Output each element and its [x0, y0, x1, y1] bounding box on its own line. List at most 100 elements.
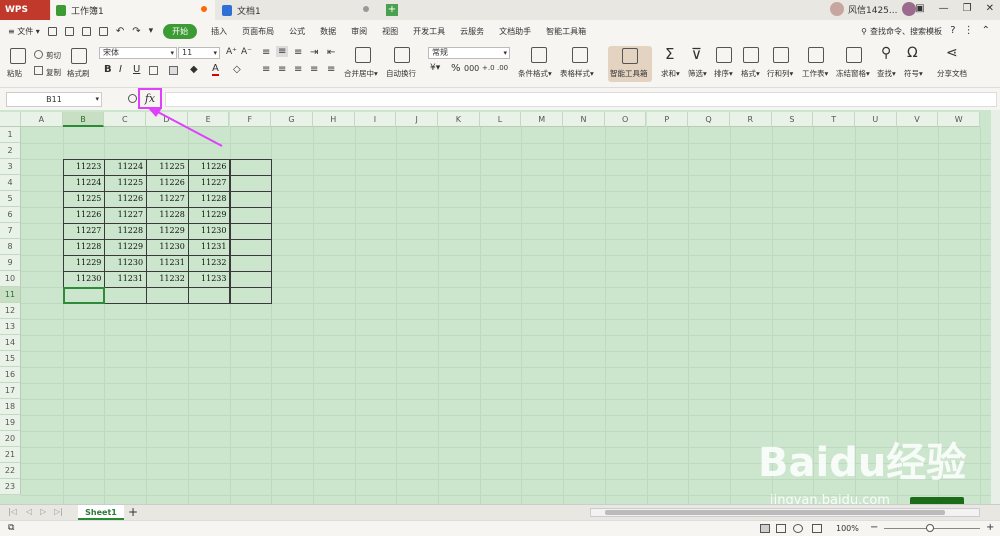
row-header-4[interactable]: 4	[0, 175, 21, 191]
column-header-c[interactable]: C	[104, 112, 147, 127]
table-cell[interactable]	[187, 287, 231, 304]
tab-doc-assistant[interactable]: 文档助手	[499, 26, 531, 37]
column-header-b[interactable]: B	[62, 112, 105, 127]
table-style-button[interactable]: 表格样式▾	[560, 68, 594, 79]
table-cell[interactable]	[229, 159, 273, 176]
sum-icon[interactable]: Σ	[665, 45, 674, 63]
smart-toolbox-button[interactable]: 智能工具箱	[608, 46, 652, 82]
column-header-p[interactable]: P	[646, 112, 689, 127]
page-layout-view-icon[interactable]	[776, 524, 786, 533]
row-header-12[interactable]: 12	[0, 303, 21, 319]
row-header-10[interactable]: 10	[0, 271, 21, 287]
column-header-w[interactable]: W	[938, 112, 981, 127]
next-sheet-icon[interactable]: ▷	[40, 507, 46, 516]
table-cell[interactable]	[229, 255, 273, 272]
rows-cols-icon[interactable]	[773, 47, 789, 63]
decrease-font-icon[interactable]: A⁻	[241, 47, 252, 57]
find-icon[interactable]: ⚲	[881, 45, 891, 61]
row-header-6[interactable]: 6	[0, 207, 21, 223]
fill-color-icon[interactable]	[169, 66, 178, 75]
format-button[interactable]: 格式▾	[741, 68, 760, 79]
align-left-icon[interactable]: ≡	[262, 64, 270, 75]
sum-button[interactable]: 求和▾	[661, 68, 680, 79]
decrease-decimal-icon[interactable]: .00	[497, 64, 508, 72]
minimize-icon[interactable]: —	[939, 3, 949, 14]
zoom-slider-thumb[interactable]	[926, 524, 934, 532]
eye-protect-icon[interactable]	[812, 524, 822, 533]
row-header-7[interactable]: 7	[0, 223, 21, 239]
conditional-format-icon[interactable]	[531, 47, 547, 63]
percent-icon[interactable]: %	[451, 63, 461, 74]
table-cell[interactable]	[229, 175, 273, 192]
table-cell[interactable]: 11231	[146, 255, 189, 272]
increase-font-icon[interactable]: A⁺	[226, 47, 237, 57]
row-header-13[interactable]: 13	[0, 319, 21, 335]
insert-function-button[interactable]: fx	[138, 88, 162, 109]
bucket-icon[interactable]: ◆	[190, 64, 198, 75]
horizontal-scrollbar[interactable]	[590, 508, 980, 517]
row-header-8[interactable]: 8	[0, 239, 21, 255]
column-header-i[interactable]: I	[354, 112, 397, 127]
freeze-panes-icon[interactable]	[846, 47, 862, 63]
table-cell[interactable]: 11228	[62, 239, 106, 256]
row-header-20[interactable]: 20	[0, 431, 21, 447]
column-header-o[interactable]: O	[604, 112, 647, 127]
freeze-panes-button[interactable]: 冻结窗格▾	[836, 68, 870, 79]
row-header-17[interactable]: 17	[0, 383, 21, 399]
tab-workbook1[interactable]: 工作簿1	[51, 0, 215, 20]
print-preview-icon[interactable]	[98, 26, 108, 36]
tab-smart-toolbox[interactable]: 智能工具箱	[546, 26, 586, 37]
cut-button[interactable]: 剪切	[46, 50, 61, 61]
column-header-f[interactable]: F	[229, 112, 272, 127]
justify-icon[interactable]: ≡	[310, 64, 318, 75]
distribute-icon[interactable]: ≡	[327, 64, 335, 75]
column-header-e[interactable]: E	[187, 112, 230, 127]
rows-cols-button[interactable]: 行和列▾	[767, 68, 793, 79]
paste-icon[interactable]	[10, 48, 26, 64]
table-cell[interactable]	[229, 239, 273, 256]
table-cell[interactable]: 11227	[62, 223, 106, 240]
row-header-21[interactable]: 21	[0, 447, 21, 463]
format-painter-button[interactable]: 格式刷	[67, 68, 90, 79]
outdent-icon[interactable]: ⇤	[327, 47, 335, 58]
table-cell[interactable]: 11224	[104, 159, 148, 176]
align-top-icon[interactable]: ≡	[262, 47, 270, 58]
table-cell[interactable]: 11231	[104, 271, 148, 288]
table-cell[interactable]: 11231	[187, 239, 231, 256]
table-cell[interactable]: 11225	[146, 159, 189, 176]
wrap-text-icon[interactable]	[394, 47, 410, 63]
worksheet-button[interactable]: 工作表▾	[802, 68, 828, 79]
row-header-18[interactable]: 18	[0, 399, 21, 415]
table-cell[interactable]	[229, 191, 273, 208]
undo-icon[interactable]: ↶	[116, 26, 124, 37]
skin-icon[interactable]: ▣	[915, 3, 924, 14]
row-header-9[interactable]: 9	[0, 255, 21, 271]
name-box[interactable]: B11 ▾	[6, 92, 102, 107]
thousands-icon[interactable]: 000	[464, 64, 479, 73]
column-header-v[interactable]: V	[896, 112, 939, 127]
table-cell[interactable]: 11228	[104, 223, 148, 240]
column-header-k[interactable]: K	[438, 112, 480, 127]
table-cell[interactable]: 11230	[146, 239, 189, 256]
align-bottom-icon[interactable]: ≡	[294, 47, 302, 58]
column-header-h[interactable]: H	[312, 112, 355, 127]
font-name-select[interactable]: 宋体 ▾	[99, 47, 177, 59]
tab-insert[interactable]: 插入	[211, 26, 227, 37]
table-style-icon[interactable]	[572, 47, 588, 63]
row-header-23[interactable]: 23	[0, 479, 21, 495]
more-options-icon[interactable]: ⋮	[964, 25, 974, 36]
table-cell[interactable]: 11230	[187, 223, 231, 240]
vertical-scrollbar[interactable]	[991, 110, 1000, 504]
table-cell[interactable]	[146, 287, 189, 304]
table-cell[interactable]: 11223	[62, 159, 106, 176]
row-header-11[interactable]: 11	[0, 287, 21, 303]
tab-cloud[interactable]: 云服务	[460, 26, 484, 37]
tab-review[interactable]: 审阅	[351, 26, 367, 37]
column-header-l[interactable]: L	[479, 112, 522, 127]
column-header-j[interactable]: J	[396, 112, 438, 127]
zoom-in-icon[interactable]: +	[986, 522, 994, 533]
table-cell[interactable]: 11229	[187, 207, 231, 224]
table-cell[interactable]	[104, 287, 148, 304]
user-area[interactable]: 风信1425...	[830, 2, 916, 16]
column-header-r[interactable]: R	[729, 112, 772, 127]
